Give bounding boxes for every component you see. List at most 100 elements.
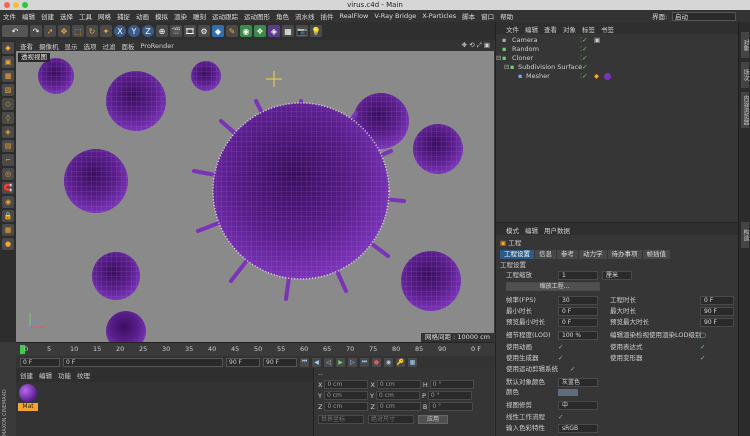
menu-character[interactable]: 角色 (276, 11, 289, 21)
preview-min-field[interactable]: 0 F (558, 318, 598, 327)
material-tag-icon[interactable] (604, 73, 611, 80)
layout-select[interactable]: 启动 (672, 11, 736, 21)
tab-todo[interactable]: 待办事项 (607, 250, 642, 259)
model-mode-icon[interactable]: ▣ (2, 56, 14, 68)
camera-icon[interactable]: 📷 (296, 25, 308, 37)
points-mode-icon[interactable]: ◇ (2, 98, 14, 110)
vtab-takes[interactable]: 场次 (741, 62, 749, 88)
menu-script[interactable]: 脚本 (462, 11, 475, 21)
menu-help[interactable]: 帮助 (500, 11, 513, 21)
menu-realflow[interactable]: RealFlow (340, 12, 369, 20)
end-frame-field-b[interactable]: 90 F (263, 357, 297, 367)
view-clipping-select[interactable]: 中 (558, 401, 598, 410)
expand-icon[interactable]: ⊟ (496, 54, 501, 63)
min-time-field[interactable]: 0 F (558, 307, 598, 316)
snap-icon[interactable]: 🧲 (2, 182, 14, 194)
material-menu-edit[interactable]: 编辑 (39, 370, 52, 380)
menu-pipeline[interactable]: 流水线 (295, 11, 315, 21)
lock-icon[interactable]: 🔒 (2, 210, 14, 222)
input-color-select[interactable]: sRGB (558, 424, 598, 433)
use-expressions-checkbox[interactable]: ✓ (700, 343, 705, 352)
menu-motion-tracker[interactable]: 运动跟踪 (212, 11, 238, 21)
material-swatch[interactable]: Mat (18, 384, 38, 412)
menu-create[interactable]: 创建 (41, 11, 54, 21)
tab-interpolation[interactable]: 帧插值 (642, 250, 670, 259)
timeline-settings-icon[interactable]: ▦ (408, 357, 417, 367)
color-swatch[interactable] (558, 389, 578, 396)
z-axis-toggle[interactable]: Z (142, 25, 154, 37)
menu-snap[interactable]: 捕捉 (117, 11, 130, 21)
menu-render[interactable]: 渲染 (174, 11, 187, 21)
object-row-mesher[interactable]: ▪ Mesher ⁚✓ ◆ (496, 72, 738, 81)
redo-icon[interactable]: ↷ (30, 25, 42, 37)
y-axis-toggle[interactable]: Y (128, 25, 140, 37)
lod-field[interactable]: 100 % (558, 331, 598, 340)
size-z-field[interactable]: 0 cm (376, 402, 421, 411)
vtab-structure[interactable]: 构造 (741, 222, 749, 248)
cloner-icon[interactable]: ❖ (254, 25, 266, 37)
tab-info[interactable]: 信息 (535, 250, 556, 259)
use-animation-checkbox[interactable]: ✓ (558, 343, 563, 352)
enable-axis-icon[interactable]: ⌐ (2, 154, 14, 166)
coordinate-system-icon[interactable]: ⊕ (156, 25, 168, 37)
position-y-field[interactable]: 0 cm (323, 391, 368, 400)
close-window-button[interactable] (4, 2, 10, 8)
visibility-check-icon[interactable]: ⁚✓ (580, 72, 588, 81)
uv-mode-icon[interactable]: ▤ (2, 140, 14, 152)
apply-button[interactable]: 应用 (418, 415, 449, 424)
render-view-icon[interactable]: 🎬 (170, 25, 182, 37)
menu-select[interactable]: 选择 (60, 11, 73, 21)
autokey-icon[interactable]: ◉ (384, 357, 393, 367)
scale-icon[interactable]: ⬚ (72, 25, 84, 37)
menu-window[interactable]: 窗口 (481, 11, 494, 21)
go-to-start-icon[interactable]: ⏮ (300, 357, 309, 367)
go-to-end-icon[interactable]: ⏭ (360, 357, 369, 367)
use-deformers-checkbox[interactable]: ✓ (700, 354, 705, 363)
motion-system-checkbox[interactable]: ✓ (570, 365, 575, 374)
object-menu-bookmarks[interactable]: 书签 (601, 24, 614, 34)
visibility-check-icon[interactable]: ⁚✓ (580, 54, 588, 63)
menu-xparticles[interactable]: X-Particles (422, 12, 456, 20)
undo-icon[interactable]: ↶ (2, 25, 28, 37)
menu-animate[interactable]: 动画 (136, 11, 149, 21)
scale-unit-select[interactable]: 厘米 (602, 271, 632, 280)
menu-plugins[interactable]: 插件 (321, 11, 334, 21)
x-axis-toggle[interactable]: X (114, 25, 126, 37)
polygons-mode-icon[interactable]: ◈ (2, 126, 14, 138)
object-menu-tags[interactable]: 标签 (582, 24, 595, 34)
rotation-b-field[interactable]: 0 ° (429, 402, 474, 411)
light-icon[interactable]: 💡 (310, 25, 322, 37)
cube-icon[interactable]: ◆ (212, 25, 224, 37)
viewport-menu-filter[interactable]: 过滤 (103, 41, 116, 51)
subdivision-icon[interactable]: ◉ (240, 25, 252, 37)
solo-icon[interactable]: ● (2, 238, 14, 250)
viewport-menu-cameras[interactable]: 摄像机 (39, 41, 59, 51)
viewport-menu-view[interactable]: 查看 (20, 41, 33, 51)
pen-icon[interactable]: ✎ (226, 25, 238, 37)
object-row-cloner[interactable]: ⊟ ▪ Cloner ⁚✓ (496, 54, 738, 63)
tag-icon[interactable]: ◆ (594, 72, 599, 81)
menu-tools[interactable]: 工具 (79, 11, 92, 21)
max-time-field[interactable]: 90 F (700, 307, 734, 316)
tab-dynamics[interactable]: 动力学 (579, 250, 607, 259)
attribute-menu-mode[interactable]: 模式 (506, 225, 519, 235)
record-icon[interactable]: ● (372, 357, 381, 367)
menu-file[interactable]: 文件 (3, 11, 16, 21)
menu-edit[interactable]: 编辑 (22, 11, 35, 21)
render-settings-icon[interactable]: ⚙ (198, 25, 210, 37)
object-menu-file[interactable]: 文件 (506, 24, 519, 34)
coordinate-mode-select[interactable]: 世界坐标 (318, 415, 364, 424)
timeline-ruler[interactable]: 0 5 10 15 20 25 30 35 40 45 50 55 60 65 … (16, 342, 494, 356)
visibility-check-icon[interactable]: ⁚✓ (580, 63, 588, 72)
object-row-subdivision[interactable]: ⊟ ▪ Subdivision Surface ⁚✓ (496, 63, 738, 72)
viewport-menu-prorender[interactable]: ProRender (141, 42, 174, 50)
material-menu-texture[interactable]: 纹理 (77, 370, 90, 380)
object-row-random[interactable]: ▪ Random ⁚✓ (496, 45, 738, 54)
position-x-field[interactable]: 0 cm (324, 380, 369, 389)
object-menu-objects[interactable]: 对象 (563, 24, 576, 34)
play-icon[interactable]: ▶ (336, 357, 345, 367)
grid-icon[interactable]: ▦ (2, 224, 14, 236)
prev-key-icon[interactable]: ◀ (312, 357, 321, 367)
tab-reference[interactable]: 参考 (557, 250, 578, 259)
recent-tool-icon[interactable]: ✦ (100, 25, 112, 37)
